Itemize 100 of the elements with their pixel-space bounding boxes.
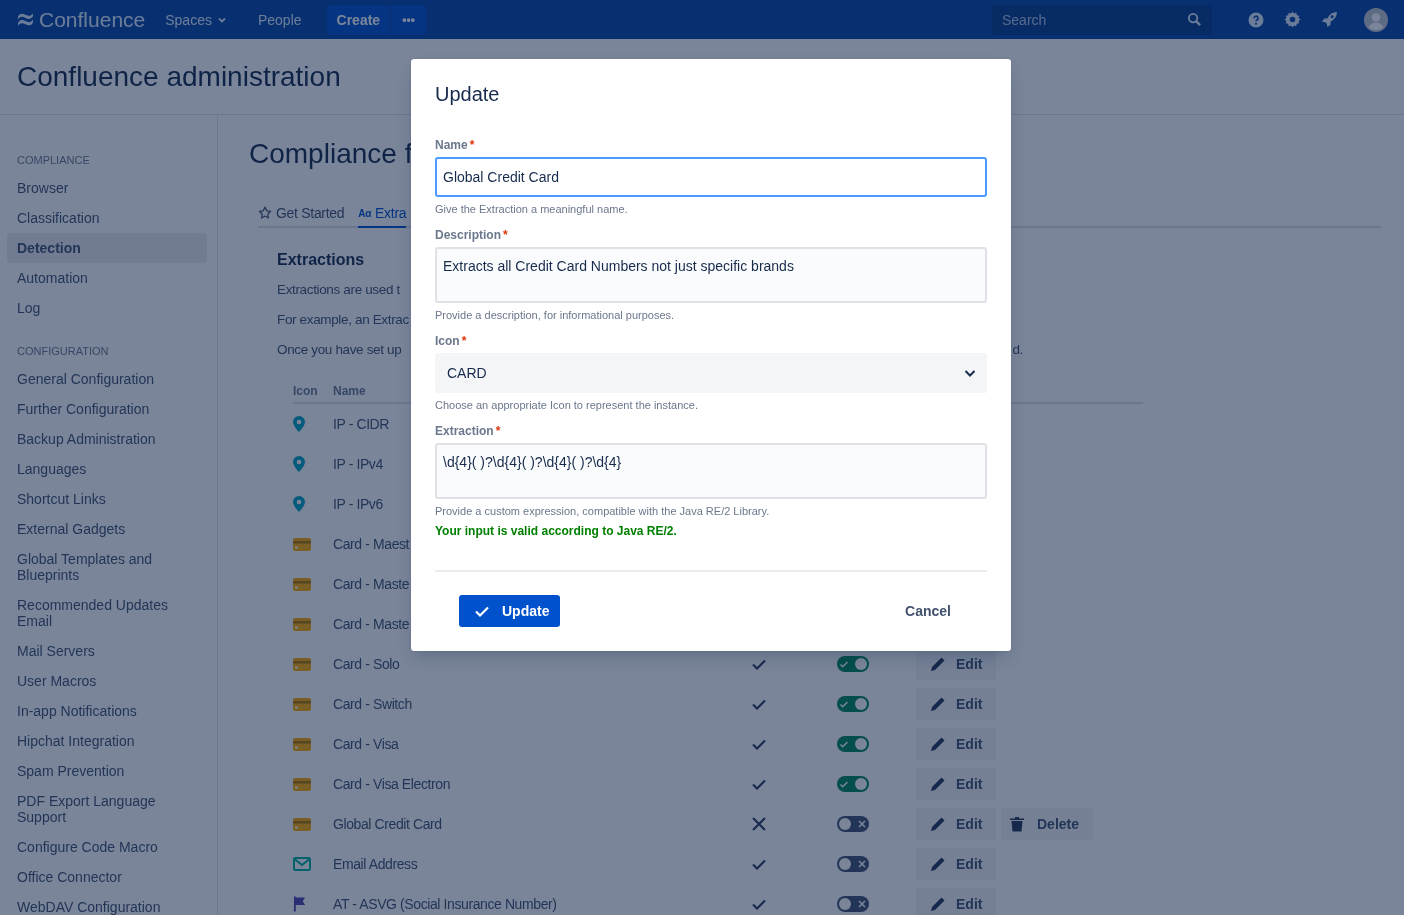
- field-label: Icon *: [435, 333, 468, 349]
- settings-icon[interactable]: [1284, 11, 1301, 28]
- map-pin-icon: [293, 496, 305, 512]
- rocket-icon[interactable]: [1321, 11, 1338, 28]
- paragraph-text: Once you have set up: [277, 341, 402, 359]
- map-pin-icon: [293, 416, 305, 432]
- validation-message: Your input is valid according to Java RE/2.: [435, 523, 678, 539]
- create-button[interactable]: Create: [326, 4, 391, 35]
- toggle-switch[interactable]: [837, 736, 869, 752]
- credit-card-icon: [293, 577, 311, 591]
- section-heading: CONFIGURATION: [16, 344, 110, 358]
- toggle-switch[interactable]: [837, 896, 869, 912]
- table-cell: Card - Switch: [333, 696, 412, 712]
- sidebar-item[interactable]: Languages: [7, 454, 207, 484]
- edit-button[interactable]: Edit: [916, 728, 996, 760]
- cross-icon: [857, 819, 867, 829]
- sidebar-item[interactable]: Global Templates and Blueprints: [7, 544, 207, 590]
- table-cell: Card - Visa Electron: [333, 776, 451, 792]
- table-cell: Card - Maest: [333, 536, 410, 552]
- text-area[interactable]: \d{4}( )?\d{4}( )?\d{4}( )?\d{4}: [435, 443, 987, 499]
- help-text: Choose an appropriate Icon to represent the instance.: [435, 398, 699, 412]
- sidebar-item[interactable]: General Configuration: [7, 364, 207, 394]
- credit-card-icon: [293, 777, 311, 791]
- edit-button[interactable]: Edit: [916, 808, 996, 840]
- credit-card-icon: [293, 657, 311, 671]
- toggle-switch[interactable]: [837, 856, 869, 872]
- help-icon[interactable]: [1248, 11, 1264, 28]
- table-cell: IP - IPv6: [333, 496, 383, 512]
- more-button[interactable]: •••: [390, 4, 427, 35]
- sidebar-item[interactable]: Further Configuration: [7, 394, 207, 424]
- table-cell: IP - IPv4: [333, 456, 383, 472]
- sidebar-item[interactable]: Backup Administration: [7, 424, 207, 454]
- edit-button[interactable]: Edit: [916, 888, 996, 915]
- edit-button[interactable]: Edit: [916, 688, 996, 720]
- tab[interactable]: Aα Extra: [358, 199, 407, 228]
- pencil-icon: [930, 776, 946, 792]
- table-cell: Card - Maste: [333, 616, 410, 632]
- toggle-switch[interactable]: [837, 776, 869, 792]
- help-text: Provide a description, for informational purposes.: [435, 308, 676, 322]
- sidebar-item[interactable]: Automation: [7, 263, 207, 293]
- edit-button[interactable]: Edit: [916, 768, 996, 800]
- column-header: Name: [333, 384, 366, 398]
- search-field[interactable]: Search: [992, 4, 1212, 35]
- envelope-icon: [293, 857, 311, 871]
- nav-link[interactable]: Spaces: [165, 11, 227, 28]
- paragraph-text: For example, an Extrac: [277, 311, 409, 329]
- edit-button[interactable]: Edit: [916, 848, 996, 880]
- sidebar-item[interactable]: Spam Prevention: [7, 756, 207, 786]
- help-text: Provide a custom expression, compatible with the Java RE/2 Library.: [435, 504, 771, 518]
- select-field[interactable]: CARD: [435, 353, 987, 393]
- sidebar-item[interactable]: Hipchat Integration: [7, 726, 207, 756]
- sidebar-item[interactable]: Detection: [7, 233, 207, 263]
- sidebar-item[interactable]: User Macros: [7, 666, 207, 696]
- field-label: Description *: [435, 227, 509, 243]
- table-cell: Email Address: [333, 856, 418, 872]
- toggle-switch[interactable]: [837, 656, 869, 672]
- map-pin-icon: [293, 456, 305, 472]
- search-icon: [1187, 11, 1202, 27]
- sidebar-item[interactable]: PDF Export Language Support: [7, 786, 207, 832]
- tab[interactable]: Get Started: [258, 199, 345, 228]
- sidebar-item[interactable]: Configure Code Macro: [7, 832, 207, 862]
- check-icon: [839, 779, 849, 789]
- dialog-title: Update: [435, 82, 500, 106]
- delete-button[interactable]: Delete: [1001, 808, 1094, 840]
- sidebar-item[interactable]: Classification: [7, 203, 207, 233]
- pencil-icon: [930, 856, 946, 872]
- sidebar-item[interactable]: Recommended Updates Email: [7, 590, 207, 636]
- check-icon: [839, 739, 849, 749]
- check-icon: [839, 699, 849, 709]
- sidebar-item[interactable]: Mail Servers: [7, 636, 207, 666]
- section-title: Extractions: [277, 250, 365, 270]
- table-cell: Global Credit Card: [333, 816, 442, 832]
- update-button[interactable]: Update: [459, 595, 561, 627]
- credit-card-icon: [293, 537, 311, 551]
- sidebar-item[interactable]: Office Connector: [7, 862, 207, 892]
- toggle-switch[interactable]: [837, 816, 869, 832]
- text-area[interactable]: Extracts all Credit Card Numbers not just specific brands: [435, 247, 987, 303]
- column-header: Icon: [293, 384, 318, 398]
- trash-icon: [1009, 816, 1025, 832]
- home-link[interactable]: Confluence: [17, 7, 146, 32]
- cancel-button[interactable]: Cancel: [893, 595, 963, 627]
- sidebar-item[interactable]: Browser: [7, 173, 207, 203]
- avatar-icon[interactable]: [1364, 7, 1388, 32]
- toggle-switch[interactable]: [837, 696, 869, 712]
- pencil-icon: [930, 656, 946, 672]
- star-icon: [258, 206, 272, 220]
- paragraph-text: d.: [1012, 341, 1023, 359]
- cross-icon: [857, 859, 867, 869]
- field-label: Extraction *: [435, 423, 502, 439]
- credit-card-icon: [293, 737, 311, 751]
- sidebar-item[interactable]: Shortcut Links: [7, 484, 207, 514]
- nav-link[interactable]: People: [257, 11, 302, 28]
- pencil-icon: [930, 816, 946, 832]
- sidebar-item[interactable]: WebDAV Configuration: [7, 892, 207, 915]
- table-cell: IP - CIDR: [333, 416, 390, 432]
- sidebar-item[interactable]: External Gadgets: [7, 514, 207, 544]
- table-cell: Card - Visa: [333, 736, 399, 752]
- sidebar-item[interactable]: Log: [7, 293, 207, 323]
- text-field[interactable]: Global Credit Card: [435, 157, 987, 197]
- sidebar-item[interactable]: In-app Notifications: [7, 696, 207, 726]
